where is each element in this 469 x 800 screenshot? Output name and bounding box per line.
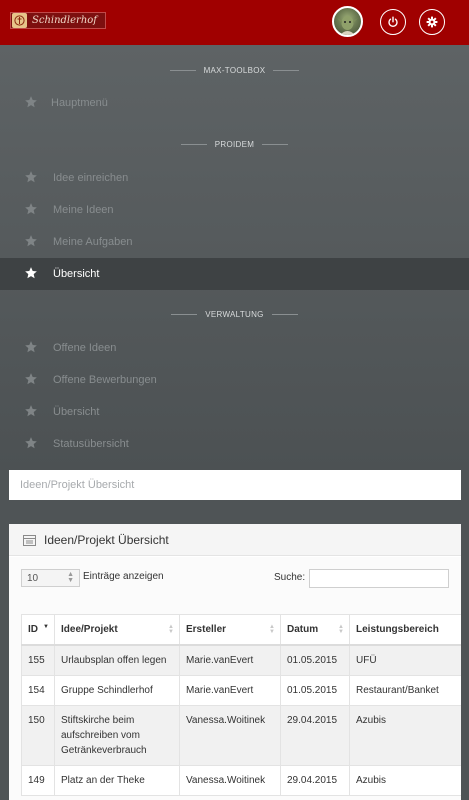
- cell-bereich: Restaurant/Banket: [349, 674, 461, 706]
- cell-ersteller: Marie.vanEvert: [179, 644, 281, 676]
- power-icon: [388, 16, 398, 28]
- menu-item-verwaltung-uebersicht[interactable]: Übersicht: [0, 396, 469, 428]
- menu-item-statusuebersicht[interactable]: Statusübersicht: [0, 428, 469, 460]
- ideas-table: ID ▼ Idee/Projekt ▲ ▼ Ersteller ▲ ▼ Datum ▲ ▼ L…: [21, 614, 461, 796]
- star-icon: [25, 341, 37, 353]
- column-header-id[interactable]: ID ▼: [21, 614, 55, 646]
- star-icon: [25, 405, 37, 417]
- column-header-idee[interactable]: Idee/Projekt ▲ ▼: [54, 614, 180, 646]
- menu-item-idee-einreichen[interactable]: Idee einreichen: [0, 162, 469, 194]
- table-row[interactable]: 155 Urlaubsplan offen legen Marie.vanEve…: [21, 644, 461, 676]
- settings-button[interactable]: [419, 9, 445, 35]
- cell-idee: Gruppe Schindlerhof: [54, 674, 180, 706]
- menu-item-label: Übersicht: [53, 268, 100, 280]
- star-icon: [25, 203, 37, 215]
- top-bar: Schindlerhof: [0, 0, 469, 45]
- logout-button[interactable]: [380, 9, 406, 35]
- sort-desc-icon: ▼: [43, 624, 49, 630]
- logo-text: Schindlerhof: [32, 15, 97, 26]
- menu-item-label: Hauptmenü: [51, 97, 108, 109]
- section-heading-proidem: PROIDEM: [0, 137, 469, 151]
- column-header-leistungsbereich[interactable]: Leistungsbereich: [349, 614, 461, 646]
- breadcrumb-current: Ideen/Projekt Übersicht: [20, 479, 135, 491]
- star-icon: [25, 437, 37, 449]
- menu-item-label: Statusübersicht: [53, 438, 129, 450]
- menu-item-label: Meine Ideen: [53, 204, 114, 216]
- menu-item-label: Meine Aufgaben: [53, 236, 133, 248]
- menu-item-label: Idee einreichen: [53, 172, 129, 184]
- sort-icon: ▲ ▼: [338, 624, 344, 635]
- cell-ersteller: Vanessa.Woitinek: [179, 704, 281, 766]
- cell-idee: Urlaubsplan offen legen: [54, 644, 180, 676]
- logo-emblem-icon: [12, 13, 27, 28]
- sort-icon: ▲ ▼: [168, 624, 174, 635]
- star-icon: [25, 373, 37, 385]
- star-icon: [25, 96, 37, 108]
- overview-panel: Ideen/Projekt Übersicht 10 ▲ ▼ Einträge a…: [9, 524, 461, 800]
- cell-bereich: UFÜ: [349, 644, 461, 676]
- schindlerhof-logo[interactable]: Schindlerhof: [10, 12, 106, 29]
- gear-icon: [426, 16, 438, 28]
- entries-length-value: 10: [27, 572, 39, 584]
- panel-header: Ideen/Projekt Übersicht: [9, 524, 461, 556]
- cell-datum: 29.04.2015: [280, 704, 350, 766]
- cell-datum: 01.05.2015: [280, 674, 350, 706]
- menu-item-offene-ideen[interactable]: Offene Ideen: [0, 332, 469, 364]
- cell-idee: Stiftskirche beim aufschreiben vom Geträ…: [54, 704, 180, 766]
- menu-item-meine-aufgaben[interactable]: Meine Aufgaben: [0, 226, 469, 258]
- search-input[interactable]: [309, 569, 449, 588]
- cell-ersteller: Marie.vanEvert: [179, 674, 281, 706]
- table-header-row: ID ▼ Idee/Projekt ▲ ▼ Ersteller ▲ ▼ Datum ▲ ▼ L…: [21, 614, 461, 646]
- table-row[interactable]: 149 Platz an der Theke Vanessa.Woitinek …: [21, 764, 461, 796]
- menu-item-hauptmenue[interactable]: Hauptmenü: [0, 87, 469, 119]
- menu-item-label: Offene Bewerbungen: [53, 374, 157, 386]
- menu-item-label: Offene Ideen: [53, 342, 117, 354]
- cell-bereich: Azubis: [349, 764, 461, 796]
- cell-id: 154: [21, 674, 55, 706]
- star-icon: [25, 171, 37, 183]
- star-icon: [25, 267, 37, 279]
- star-icon: [25, 235, 37, 247]
- select-arrows-icon: ▲ ▼: [67, 571, 74, 584]
- cell-ersteller: Vanessa.Woitinek: [179, 764, 281, 796]
- column-header-datum[interactable]: Datum ▲ ▼: [280, 614, 350, 646]
- cell-bereich: Azubis: [349, 704, 461, 766]
- menu-item-uebersicht-active[interactable]: Übersicht: [0, 258, 469, 290]
- sort-icon: ▲ ▼: [269, 624, 275, 635]
- cell-id: 150: [21, 704, 55, 766]
- entries-length-label: Einträge anzeigen: [83, 571, 164, 582]
- section-heading-max-toolbox: MAX-TOOLBOX: [0, 63, 469, 77]
- column-header-ersteller[interactable]: Ersteller ▲ ▼: [179, 614, 281, 646]
- menu-item-label: Übersicht: [53, 406, 100, 418]
- user-avatar[interactable]: [332, 6, 363, 37]
- table-list-icon: [23, 535, 36, 546]
- table-row[interactable]: 150 Stiftskirche beim aufschreiben vom G…: [21, 704, 461, 766]
- cell-idee: Platz an der Theke: [54, 764, 180, 796]
- panel-body: 10 ▲ ▼ Einträge anzeigen Suche: ID ▼ Idee/…: [9, 557, 461, 800]
- cell-datum: 01.05.2015: [280, 644, 350, 676]
- breadcrumb: Ideen/Projekt Übersicht: [9, 470, 461, 500]
- entries-length-select[interactable]: 10 ▲ ▼: [21, 569, 80, 587]
- panel-title: Ideen/Projekt Übersicht: [44, 532, 169, 547]
- table-row[interactable]: 154 Gruppe Schindlerhof Marie.vanEvert 0…: [21, 674, 461, 706]
- cell-datum: 29.04.2015: [280, 764, 350, 796]
- sidebar-menu: MAX-TOOLBOX Hauptmenü PROIDEM Idee einre…: [0, 45, 469, 470]
- cell-id: 155: [21, 644, 55, 676]
- section-heading-verwaltung: VERWALTUNG: [0, 307, 469, 321]
- search-label: Suche:: [274, 572, 306, 583]
- menu-item-meine-ideen[interactable]: Meine Ideen: [0, 194, 469, 226]
- menu-item-offene-bewerbungen[interactable]: Offene Bewerbungen: [0, 364, 469, 396]
- cell-id: 149: [21, 764, 55, 796]
